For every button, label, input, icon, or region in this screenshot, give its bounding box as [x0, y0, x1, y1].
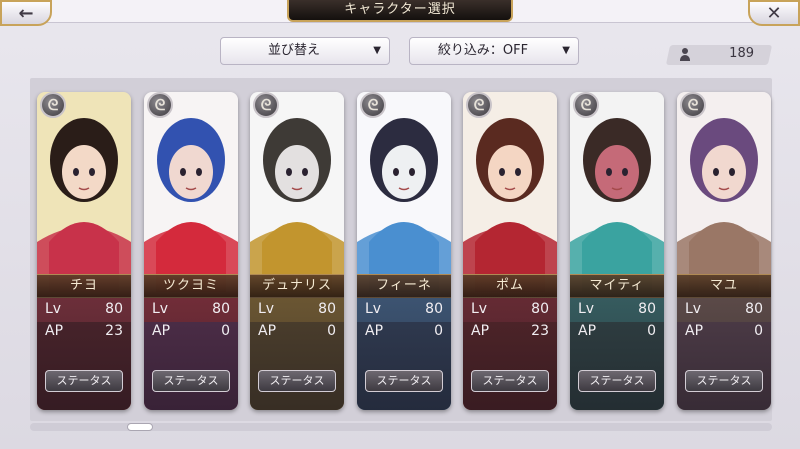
character-name: デュナリス: [250, 274, 344, 298]
horizontal-scrollbar[interactable]: [30, 423, 772, 431]
element-badge-icon: ᘓ: [466, 92, 492, 118]
character-stats: Lv 80 AP 0: [144, 297, 238, 410]
character-count: 189: [665, 45, 773, 65]
level-label: Lv: [152, 301, 169, 317]
status-button[interactable]: ステータス: [45, 370, 123, 392]
back-button[interactable]: ←: [0, 0, 52, 26]
character-card[interactable]: ᘓ ポム Lv 80 AP 23 ステータス: [463, 92, 557, 410]
level-value: 80: [745, 301, 763, 317]
person-icon: [680, 48, 690, 62]
character-card[interactable]: ᘓ マイティ Lv 80 AP 0 ステータス: [570, 92, 664, 410]
ap-value: 0: [434, 323, 443, 339]
character-card[interactable]: ᘓ ツクヨミ Lv 80 AP 0 ステータス: [144, 92, 238, 410]
level-label: Lv: [45, 301, 62, 317]
ap-value: 0: [221, 323, 230, 339]
ap-label: AP: [685, 323, 704, 339]
ap-value: 0: [327, 323, 336, 339]
level-label: Lv: [258, 301, 275, 317]
element-badge-icon: ᘓ: [360, 92, 386, 118]
character-name: チヨ: [37, 274, 131, 298]
element-badge-icon: ᘓ: [573, 92, 599, 118]
left-arrow-icon: ←: [18, 2, 34, 24]
ap-row: AP 0: [365, 323, 443, 343]
character-card[interactable]: ᘓ フィーネ Lv 80 AP 0 ステータス: [357, 92, 451, 410]
filter-dropdown[interactable]: 絞り込み：OFF ▼: [409, 37, 579, 65]
character-name: マユ: [677, 274, 771, 298]
element-badge-icon: ᘓ: [253, 92, 279, 118]
level-label: Lv: [471, 301, 488, 317]
character-card[interactable]: ᘓ デュナリス Lv 80 AP 0 ステータス: [250, 92, 344, 410]
level-value: 80: [105, 301, 123, 317]
level-row: Lv 80: [685, 301, 763, 321]
level-value: 80: [212, 301, 230, 317]
character-stats: Lv 80 AP 0: [677, 297, 771, 410]
ap-label: AP: [258, 323, 277, 339]
ap-label: AP: [45, 323, 64, 339]
character-card[interactable]: ᘓ チヨ Lv 80 AP 23 ステータス: [37, 92, 131, 410]
character-name: ツクヨミ: [144, 274, 238, 298]
level-label: Lv: [578, 301, 595, 317]
ap-value: 23: [531, 323, 549, 339]
screen-title: キャラクター選択: [287, 0, 513, 22]
level-row: Lv 80: [578, 301, 656, 321]
status-button[interactable]: ステータス: [471, 370, 549, 392]
level-label: Lv: [365, 301, 382, 317]
level-value: 80: [318, 301, 336, 317]
character-stats: Lv 80 AP 0: [570, 297, 664, 410]
level-label: Lv: [685, 301, 702, 317]
sort-dropdown[interactable]: 並び替え ▼: [220, 37, 390, 65]
character-name: マイティ: [570, 274, 664, 298]
ap-label: AP: [578, 323, 597, 339]
sort-label: 並び替え: [267, 43, 320, 58]
ap-row: AP 0: [578, 323, 656, 343]
character-card[interactable]: ᘓ マユ Lv 80 AP 0 ステータス: [677, 92, 771, 410]
ap-value: 23: [105, 323, 123, 339]
ap-row: AP 0: [685, 323, 763, 343]
ap-label: AP: [152, 323, 171, 339]
status-button[interactable]: ステータス: [152, 370, 230, 392]
ap-value: 0: [647, 323, 656, 339]
ap-row: AP 0: [152, 323, 230, 343]
chevron-down-icon: ▼: [562, 45, 570, 56]
status-button[interactable]: ステータス: [365, 370, 443, 392]
ap-label: AP: [471, 323, 490, 339]
character-stats: Lv 80 AP 23: [37, 297, 131, 410]
level-value: 80: [638, 301, 656, 317]
level-row: Lv 80: [365, 301, 443, 321]
ap-label: AP: [365, 323, 384, 339]
element-badge-icon: ᘓ: [147, 92, 173, 118]
character-count-value: 189: [729, 46, 754, 61]
character-name: フィーネ: [357, 274, 451, 298]
status-button[interactable]: ステータス: [685, 370, 763, 392]
close-icon: ✕: [766, 2, 782, 24]
scrollbar-thumb[interactable]: [127, 423, 153, 431]
level-row: Lv 80: [45, 301, 123, 321]
filter-label: 絞り込み：OFF: [437, 43, 529, 58]
character-stats: Lv 80 AP 23: [463, 297, 557, 410]
level-row: Lv 80: [258, 301, 336, 321]
character-stats: Lv 80 AP 0: [357, 297, 451, 410]
character-stats: Lv 80 AP 0: [250, 297, 344, 410]
level-value: 80: [425, 301, 443, 317]
level-row: Lv 80: [471, 301, 549, 321]
element-badge-icon: ᘓ: [680, 92, 706, 118]
status-button[interactable]: ステータス: [578, 370, 656, 392]
element-badge-icon: ᘓ: [40, 92, 66, 118]
character-name: ポム: [463, 274, 557, 298]
ap-row: AP 0: [258, 323, 336, 343]
ap-row: AP 23: [471, 323, 549, 343]
ap-row: AP 23: [45, 323, 123, 343]
ap-value: 0: [754, 323, 763, 339]
level-value: 80: [531, 301, 549, 317]
level-row: Lv 80: [152, 301, 230, 321]
chevron-down-icon: ▼: [373, 45, 381, 56]
close-button[interactable]: ✕: [748, 0, 800, 26]
status-button[interactable]: ステータス: [258, 370, 336, 392]
